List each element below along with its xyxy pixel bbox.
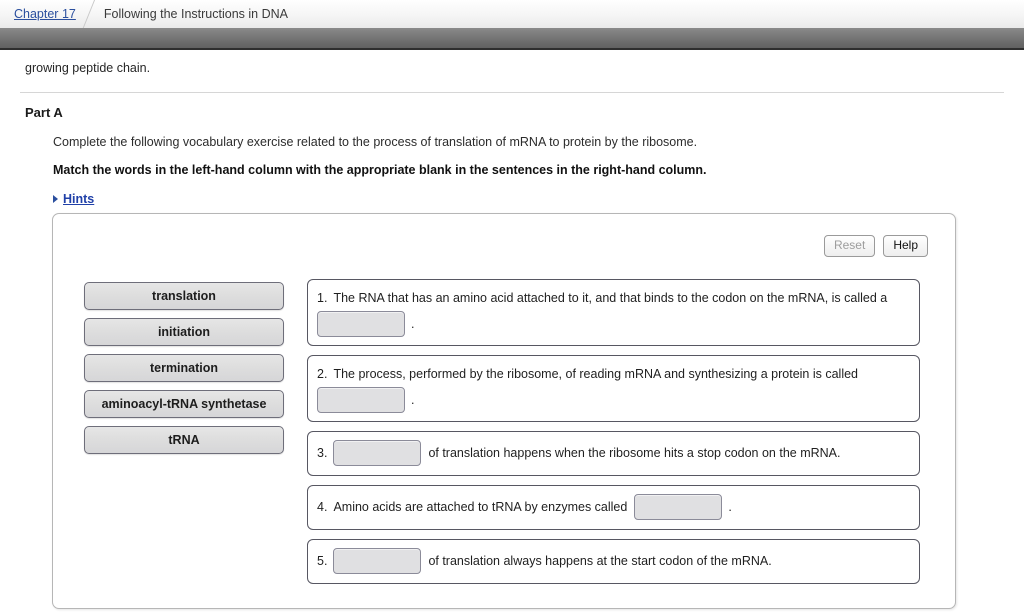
sentence-text-after: . <box>728 500 732 514</box>
sentence-text: The process, performed by the ribosome, … <box>333 367 859 381</box>
breadcrumb-chapter-link[interactable]: Chapter 17 <box>14 7 76 21</box>
sentence-item: 4. Amino acids are attached to tRNA by e… <box>307 485 920 530</box>
breadcrumb-current-page: Following the Instructions in DNA <box>103 7 288 21</box>
sentence-item: 2. The process, performed by the ribosome… <box>307 355 920 422</box>
instruction-emphasis: Match the words in the left-hand column … <box>53 163 707 177</box>
toolbar-strip <box>0 28 1024 50</box>
answer-blank[interactable] <box>317 311 405 337</box>
section-divider <box>20 92 1004 93</box>
word-tile[interactable]: aminoacyl-tRNA synthetase <box>84 390 284 418</box>
sentence-number: 3. <box>317 446 328 460</box>
sentence-item: 5. of translation always happens at the … <box>307 539 920 584</box>
word-tile[interactable]: translation <box>84 282 284 310</box>
main-content: growing peptide chain. Part A Complete t… <box>0 52 1024 206</box>
sentence-text: The RNA that has an amino acid attached … <box>333 291 888 305</box>
sentence-text: Amino acids are attached to tRNA by enzy… <box>333 500 628 514</box>
sentence-number: 4. <box>317 500 328 514</box>
exercise-panel: Reset Help translation initiation termin… <box>52 213 956 609</box>
lead-paragraph: growing peptide chain. <box>25 61 151 75</box>
panel-toolbar: Reset Help <box>823 235 928 257</box>
sentence-text-after: of translation always happens at the sta… <box>428 554 772 568</box>
page-title: Part A <box>25 105 63 120</box>
sentence-item: 1. The RNA that has an amino acid attache… <box>307 279 920 346</box>
hints-toggle[interactable]: Hints <box>53 192 113 206</box>
chevron-right-icon <box>76 0 110 28</box>
sentence-text-after: . <box>411 317 415 331</box>
answer-blank[interactable] <box>317 387 405 413</box>
word-bank: translation initiation termination amino… <box>84 282 284 454</box>
triangle-right-icon <box>53 195 58 203</box>
sentence-text-after: . <box>411 393 415 407</box>
sentence-number: 5. <box>317 554 328 568</box>
answer-blank[interactable] <box>333 548 422 574</box>
reset-button[interactable]: Reset <box>823 235 876 257</box>
word-tile[interactable]: termination <box>84 354 284 382</box>
sentence-item: 3. of translation happens when the ribos… <box>307 431 920 476</box>
answer-blank[interactable] <box>634 494 723 520</box>
word-tile[interactable]: initiation <box>84 318 284 346</box>
instruction-text: Complete the following vocabulary exerci… <box>53 135 698 149</box>
answer-blank[interactable] <box>333 440 422 466</box>
breadcrumb: Chapter 17 Following the Instructions in… <box>0 0 1024 28</box>
word-tile[interactable]: tRNA <box>84 426 284 454</box>
sentence-number: 2. <box>317 367 328 381</box>
hints-label: Hints <box>63 192 95 206</box>
sentence-list: 1. The RNA that has an amino acid attache… <box>307 279 920 584</box>
help-button[interactable]: Help <box>883 235 928 257</box>
sentence-text-after: of translation happens when the ribosome… <box>428 446 841 460</box>
sentence-number: 1. <box>317 291 328 305</box>
